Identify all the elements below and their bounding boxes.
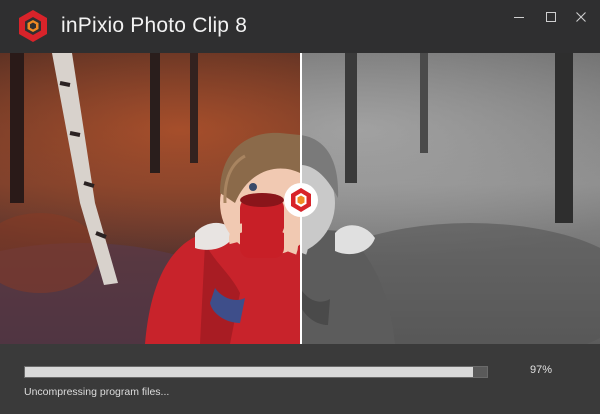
close-button[interactable]	[568, 6, 594, 28]
app-title: inPixio Photo Clip 8	[61, 14, 248, 37]
maximize-button[interactable]	[538, 6, 564, 28]
status-text: Uncompressing program files...	[24, 386, 170, 398]
installer-window: inPixio Photo Clip 8 97% Uncompressing p…	[0, 0, 600, 414]
close-icon	[576, 12, 586, 22]
maximize-icon	[546, 12, 556, 22]
inpixio-logo-icon	[19, 10, 47, 42]
before-after-photo	[0, 53, 600, 344]
divider-handle-icon[interactable]	[284, 183, 318, 217]
minimize-icon	[514, 17, 524, 18]
progress-bar	[24, 366, 488, 378]
title-bar[interactable]: inPixio Photo Clip 8	[0, 0, 600, 53]
install-progress-panel: 97% Uncompressing program files...	[0, 344, 600, 414]
progress-bar-fill	[25, 367, 474, 377]
minimize-button[interactable]	[506, 6, 532, 28]
photo-scene	[0, 53, 600, 344]
progress-percent: 97%	[529, 364, 552, 376]
